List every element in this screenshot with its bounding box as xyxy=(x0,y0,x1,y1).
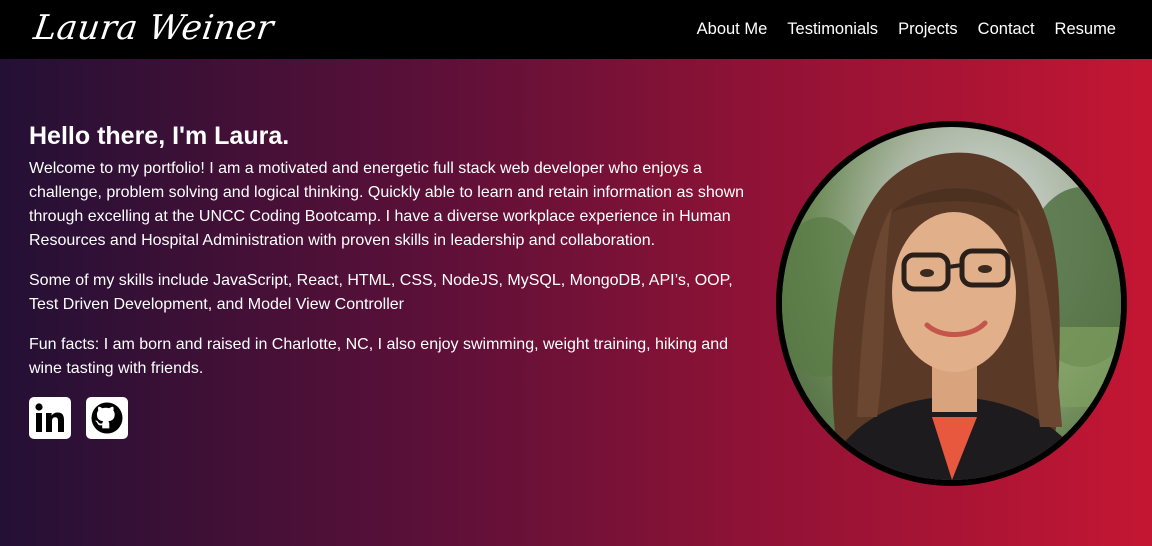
github-icon xyxy=(91,402,123,434)
skills-paragraph: Some of my skills include JavaScript, Re… xyxy=(29,272,733,313)
nav-link-projects[interactable]: Projects xyxy=(898,20,958,39)
linkedin-icon xyxy=(35,403,64,432)
fun-facts-paragraph: Fun facts: I am born and raised in Charl… xyxy=(29,336,728,377)
page-title: Hello there, I'm Laura. xyxy=(29,122,290,150)
profile-photo xyxy=(782,127,1121,480)
linkedin-link[interactable] xyxy=(29,397,71,439)
nav-link-resume[interactable]: Resume xyxy=(1055,20,1116,39)
nav-link-testimonials[interactable]: Testimonials xyxy=(787,20,878,39)
nav-links: About Me Testimonials Projects Contact R… xyxy=(697,20,1116,39)
nav-link-about-me[interactable]: About Me xyxy=(697,20,768,39)
social-links xyxy=(29,397,759,439)
profile-photo-frame xyxy=(776,121,1127,486)
nav-link-contact[interactable]: Contact xyxy=(978,20,1035,39)
intro-paragraph: Welcome to my portfolio! I am a motivate… xyxy=(29,160,745,249)
hero-section: Hello there, I'm Laura. Welcome to my po… xyxy=(0,59,1152,546)
intro: Hello there, I'm Laura. Welcome to my po… xyxy=(29,121,759,439)
navbar: Laura Weiner About Me Testimonials Proje… xyxy=(0,0,1152,59)
github-link[interactable] xyxy=(86,397,128,439)
site-logo[interactable]: Laura Weiner xyxy=(31,8,276,48)
